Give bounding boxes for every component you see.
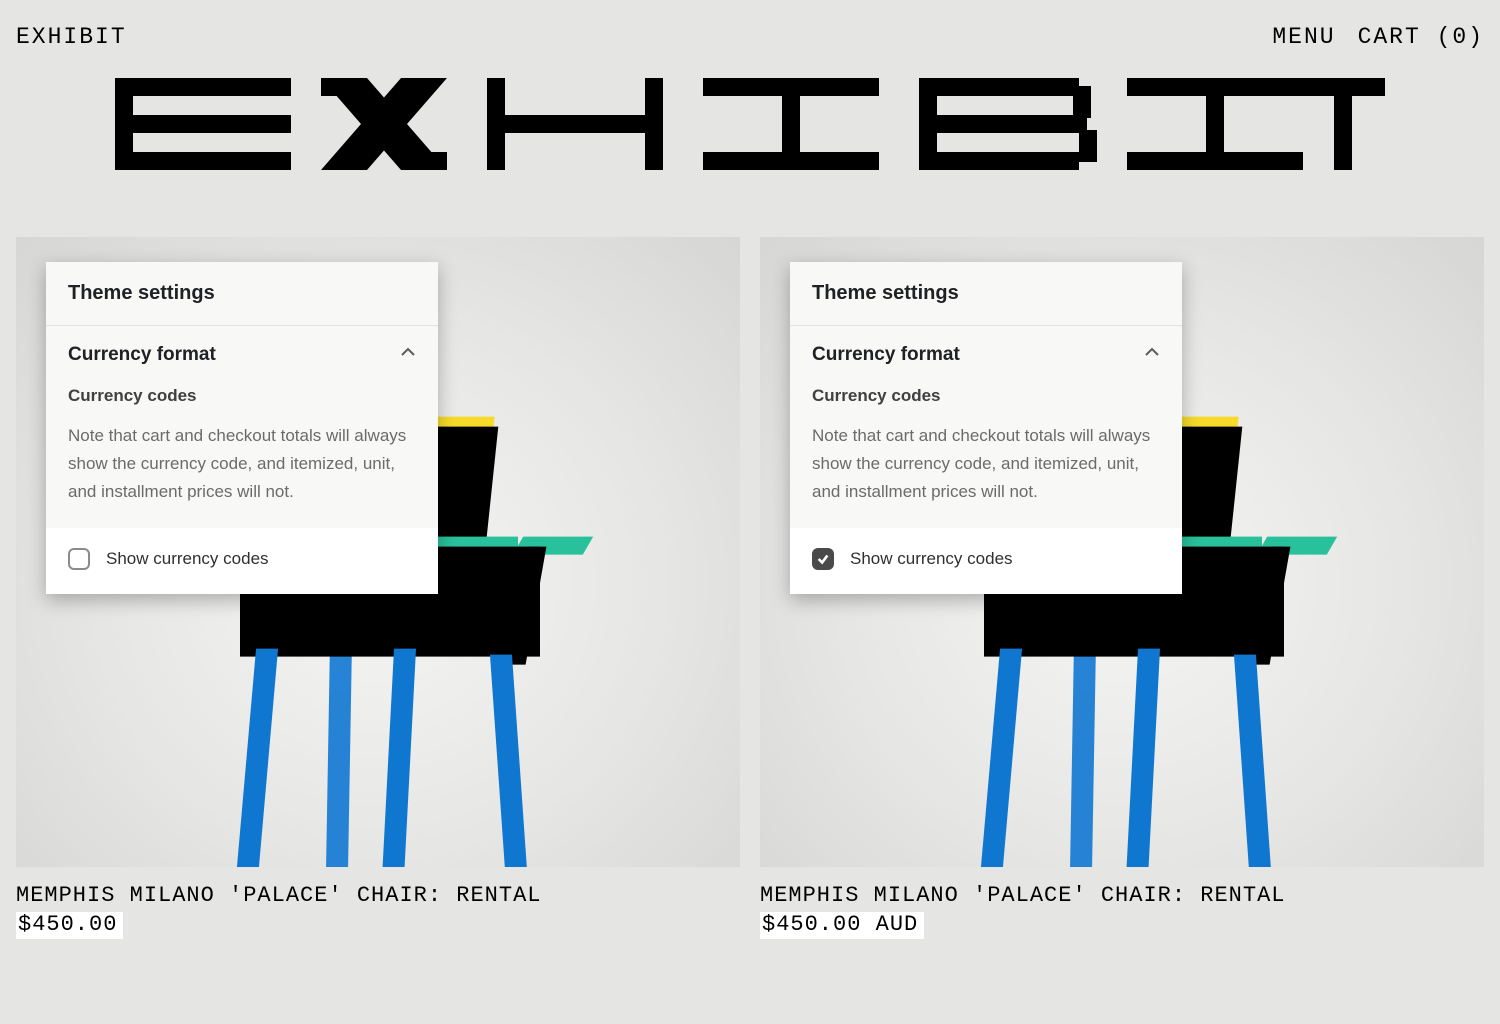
wordmark-logo xyxy=(0,78,1500,175)
product-price: $450.00 AUD xyxy=(760,912,924,939)
header: EXHIBIT MENU CART (0) xyxy=(0,0,1500,68)
panel-title: Theme settings xyxy=(790,262,1182,326)
panel-title: Theme settings xyxy=(46,262,438,326)
show-currency-codes-checkbox[interactable] xyxy=(812,548,834,570)
product-title[interactable]: MEMPHIS MILANO 'PALACE' CHAIR: RENTAL xyxy=(760,883,1484,908)
chevron-up-icon[interactable] xyxy=(400,344,416,366)
cart-link[interactable]: CART (0) xyxy=(1358,24,1484,50)
show-currency-codes-checkbox[interactable] xyxy=(68,548,90,570)
currency-format-section[interactable]: Currency format xyxy=(68,344,216,366)
currency-format-section[interactable]: Currency format xyxy=(812,344,960,366)
currency-codes-heading: Currency codes xyxy=(68,386,416,406)
product-image: Theme settings Currency format Currency … xyxy=(760,237,1484,867)
theme-settings-panel: Theme settings Currency format Currency … xyxy=(46,262,438,594)
product-card: Theme settings Currency format Currency … xyxy=(760,237,1484,939)
show-currency-codes-label: Show currency codes xyxy=(106,549,269,569)
brand-label[interactable]: EXHIBIT xyxy=(16,24,127,50)
product-title[interactable]: MEMPHIS MILANO 'PALACE' CHAIR: RENTAL xyxy=(16,883,740,908)
currency-codes-note: Note that cart and checkout totals will … xyxy=(68,422,416,506)
menu-link[interactable]: MENU xyxy=(1272,24,1335,50)
currency-codes-heading: Currency codes xyxy=(812,386,1160,406)
product-price: $450.00 xyxy=(16,912,123,939)
chevron-up-icon[interactable] xyxy=(1144,344,1160,366)
product-image: Theme settings Currency format Currency … xyxy=(16,237,740,867)
product-card: Theme settings Currency format Currency … xyxy=(16,237,740,939)
currency-codes-note: Note that cart and checkout totals will … xyxy=(812,422,1160,506)
theme-settings-panel: Theme settings Currency format Currency … xyxy=(790,262,1182,594)
show-currency-codes-label: Show currency codes xyxy=(850,549,1013,569)
